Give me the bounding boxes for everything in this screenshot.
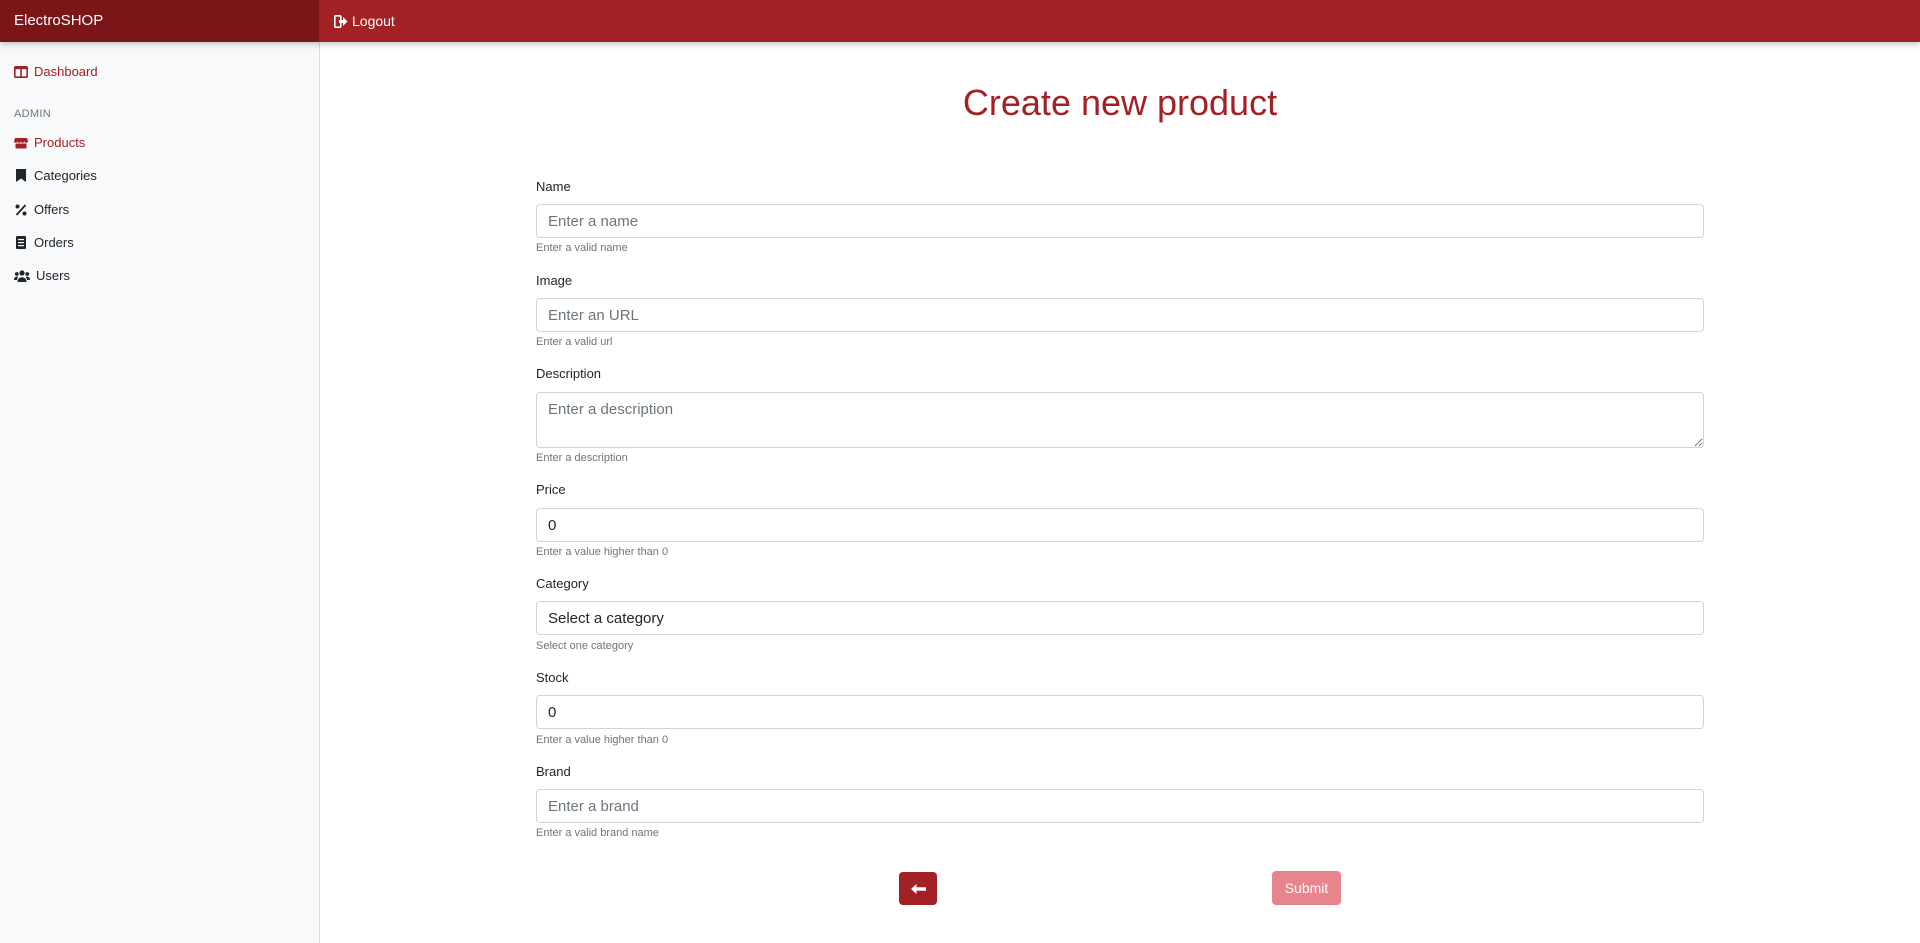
sidebar-item-orders[interactable]: Orders bbox=[14, 235, 74, 250]
sidebar-item-label: Categories bbox=[34, 168, 97, 183]
page-title: Create new product bbox=[962, 82, 1278, 123]
description-label: Description bbox=[536, 366, 602, 381]
store-icon bbox=[14, 136, 28, 150]
name-helper-text: Enter a valid name bbox=[536, 242, 628, 254]
price-helper-text: Enter a value higher than 0 bbox=[536, 546, 669, 558]
arrow-left-icon bbox=[910, 882, 926, 896]
category-select[interactable]: Select a category bbox=[536, 601, 1704, 635]
sidebar-section-heading: ADMIN bbox=[14, 108, 51, 120]
description-textarea[interactable] bbox=[536, 392, 1704, 448]
brand-logo[interactable]: ElectroSHOP bbox=[0, 0, 319, 42]
sidebar-item-label: Dashboard bbox=[34, 64, 98, 79]
sidebar-item-users[interactable]: Users bbox=[14, 268, 70, 283]
image-label: Image bbox=[536, 273, 573, 288]
category-label: Category bbox=[536, 576, 589, 591]
sidebar-item-products[interactable]: Products bbox=[14, 135, 85, 150]
percent-icon bbox=[14, 203, 28, 217]
sidebar-item-label: Products bbox=[34, 135, 86, 150]
sidebar-item-label: Offers bbox=[34, 202, 70, 217]
stock-input[interactable] bbox=[536, 695, 1704, 729]
name-input[interactable] bbox=[536, 204, 1704, 238]
stock-helper-text: Enter a value higher than 0 bbox=[536, 734, 669, 746]
stock-label: Stock bbox=[536, 670, 569, 685]
bookmark-icon bbox=[14, 169, 28, 183]
category-helper-text: Select one category bbox=[536, 640, 634, 652]
category-selected-value: Select a category bbox=[548, 609, 664, 627]
sidebar-item-label: Users bbox=[36, 268, 70, 283]
logout-link[interactable]: Logout bbox=[334, 0, 395, 42]
sidebar-item-dashboard[interactable]: Dashboard bbox=[14, 64, 98, 79]
logout-label: Logout bbox=[352, 13, 395, 29]
price-label: Price bbox=[536, 482, 566, 497]
image-helper-text: Enter a valid url bbox=[536, 336, 613, 348]
name-label: Name bbox=[536, 179, 571, 194]
brand-label: Brand bbox=[536, 764, 571, 779]
table-columns-icon bbox=[14, 65, 28, 79]
receipt-icon bbox=[14, 236, 28, 250]
sidebar-item-label: Orders bbox=[34, 235, 74, 250]
brand-input[interactable] bbox=[536, 789, 1704, 823]
users-icon bbox=[14, 269, 30, 283]
sidebar-item-categories[interactable]: Categories bbox=[14, 168, 97, 183]
price-input[interactable] bbox=[536, 508, 1704, 542]
image-url-input[interactable] bbox=[536, 298, 1704, 332]
sidebar: Dashboard ADMIN Products Categories Offe… bbox=[0, 42, 320, 943]
submit-button[interactable]: Submit bbox=[1272, 871, 1341, 905]
back-button[interactable] bbox=[899, 872, 937, 905]
sidebar-item-offers[interactable]: Offers bbox=[14, 202, 69, 217]
brand-helper-text: Enter a valid brand name bbox=[536, 827, 659, 839]
description-helper-text: Enter a description bbox=[536, 452, 628, 464]
top-navbar: ElectroSHOP Logout bbox=[0, 0, 1920, 42]
sign-out-icon bbox=[334, 14, 348, 28]
